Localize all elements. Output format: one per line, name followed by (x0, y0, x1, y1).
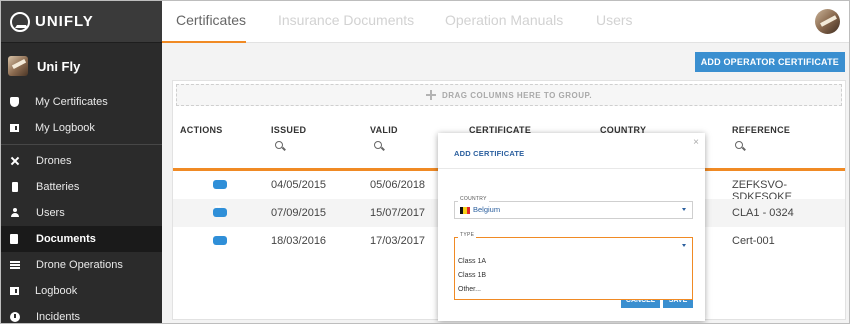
cell-issued: 07/09/2015 (271, 207, 327, 219)
search-reference-icon[interactable] (735, 141, 745, 151)
avatar (8, 56, 28, 76)
type-dropdown-list: Class 1A Class 1B Other... (454, 254, 693, 300)
row-actions-button[interactable] (213, 204, 227, 217)
search-valid-icon[interactable] (374, 141, 384, 151)
sidebar-item-my-certificates[interactable]: My Certificates (1, 89, 162, 115)
cell-issued: 04/05/2015 (271, 179, 327, 191)
account-avatar[interactable] (815, 9, 840, 34)
group-drop-zone[interactable]: DRAG COLUMNS HERE TO GROUP. (176, 84, 842, 106)
list-icon (10, 261, 20, 269)
active-tab-indicator (162, 41, 246, 43)
type-option[interactable]: Other... (458, 286, 481, 293)
sidebar-item-label: My Logbook (35, 122, 95, 134)
row-actions-button[interactable] (213, 232, 227, 245)
sidebar-item-label: Drones (36, 155, 72, 167)
type-label: TYPE (458, 232, 477, 238)
cell-reference: Cert-001 (732, 235, 775, 247)
search-issued-icon[interactable] (275, 141, 285, 151)
belgium-flag-icon (460, 207, 470, 214)
brand-name: UNIFLY (35, 13, 94, 30)
cell-valid: 05/06/2018 (370, 179, 426, 191)
book-icon (10, 124, 19, 132)
row-actions-button[interactable] (213, 176, 227, 189)
tab-bar: Certificates Insurance Documents Operati… (162, 1, 849, 43)
column-header-actions[interactable]: ACTIONS (180, 125, 223, 135)
close-icon[interactable]: × (693, 137, 699, 148)
cell-reference: CLA1 - 0324 (732, 207, 794, 219)
add-operator-certificate-button[interactable]: ADD OPERATOR CERTIFICATE (694, 52, 845, 72)
tab-insurance-documents[interactable]: Insurance Documents (278, 12, 414, 28)
sidebar-item-drone-operations[interactable]: Drone Operations (1, 252, 162, 278)
type-option[interactable]: Class 1A (458, 258, 486, 265)
sidebar-item-my-logbook[interactable]: My Logbook (1, 115, 162, 141)
tab-certificates[interactable]: Certificates (176, 12, 246, 28)
sidebar: UNIFLY Uni Fly My Certificates My Logboo… (1, 1, 162, 323)
column-header-issued[interactable]: ISSUED (271, 125, 306, 135)
brand[interactable]: UNIFLY (1, 1, 162, 43)
cell-valid: 15/07/2017 (370, 207, 426, 219)
shield-icon (10, 97, 19, 107)
country-label: COUNTRY (458, 196, 489, 202)
sidebar-item-documents[interactable]: Documents (1, 226, 162, 252)
sidebar-item-label: Batteries (36, 181, 80, 193)
book-icon (10, 287, 19, 295)
drone-icon (10, 156, 20, 166)
dialog-title: ADD CERTIFICATE (454, 149, 525, 158)
chevron-down-icon (682, 244, 686, 247)
chevron-down-icon (682, 208, 686, 211)
column-header-reference[interactable]: REFERENCE (732, 125, 790, 135)
cell-issued: 18/03/2016 (271, 235, 327, 247)
alert-icon (10, 312, 20, 322)
battery-icon (12, 182, 18, 192)
unifly-logo-icon (10, 11, 30, 32)
user-name: Uni Fly (37, 58, 81, 74)
sidebar-item-logbook[interactable]: Logbook (1, 278, 162, 304)
type-option[interactable]: Class 1B (458, 272, 486, 279)
sidebar-item-label: Logbook (35, 285, 78, 297)
country-value: Belgium (473, 205, 501, 214)
move-icon (425, 90, 436, 100)
document-icon (10, 234, 18, 244)
group-hint: DRAG COLUMNS HERE TO GROUP. (441, 90, 593, 100)
sidebar-item-users[interactable]: Users (1, 200, 162, 226)
dialog-divider (438, 168, 705, 169)
sidebar-item-label: My Certificates (35, 96, 108, 108)
sidebar-item-label: Documents (36, 233, 96, 245)
add-certificate-dialog: ADD CERTIFICATE × Belgium COUNTRY TYPE C… (438, 133, 705, 321)
app-window: UNIFLY Uni Fly My Certificates My Logboo… (0, 0, 850, 324)
sidebar-item-label: Incidents (36, 311, 81, 323)
sidebar-item-incidents[interactable]: Incidents (1, 304, 162, 323)
sidebar-item-batteries[interactable]: Batteries (1, 174, 162, 200)
column-header-valid[interactable]: VALID (370, 125, 398, 135)
tab-users[interactable]: Users (596, 12, 633, 28)
sidebar-item-label: Drone Operations (36, 259, 123, 271)
sidebar-divider (1, 144, 162, 145)
country-select[interactable]: Belgium (454, 201, 693, 219)
tab-operation-manuals[interactable]: Operation Manuals (445, 12, 563, 28)
sidebar-item-label: Users (36, 207, 65, 219)
cell-valid: 17/03/2017 (370, 235, 426, 247)
user-icon (10, 208, 20, 218)
user-profile[interactable]: Uni Fly (1, 43, 162, 89)
sidebar-item-drones[interactable]: Drones (1, 148, 162, 174)
type-select[interactable] (454, 237, 693, 255)
